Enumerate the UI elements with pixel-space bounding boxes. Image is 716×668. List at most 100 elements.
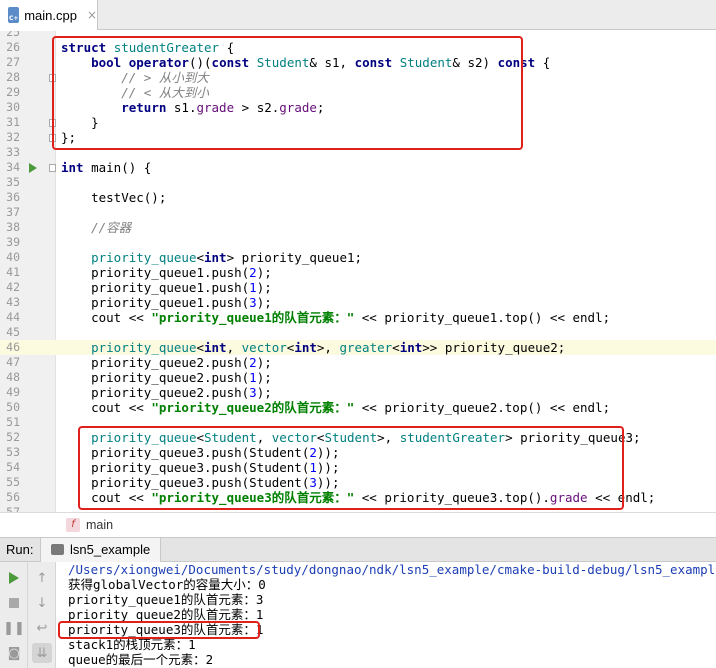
code-line[interactable]: 29 // < 从大到小	[0, 85, 716, 100]
code-text: priority_queue3.push(Student(3));	[61, 475, 340, 490]
code-line[interactable]: 35	[0, 175, 716, 190]
code-line[interactable]: 42 priority_queue1.push(1);	[0, 280, 716, 295]
code-line[interactable]: 32};	[0, 130, 716, 145]
console-line: priority_queue1的队首元素：3	[68, 592, 264, 607]
pause-button[interactable]: ❚❚	[3, 618, 25, 638]
code-line[interactable]: 39	[0, 235, 716, 250]
code-text: priority_queue3.push(Student(2));	[61, 445, 340, 460]
scroll-to-end-button[interactable]: ⇊	[32, 643, 52, 663]
code-text: struct studentGreater {	[61, 40, 235, 55]
code-line[interactable]: 27 bool operator()(const Student& s1, co…	[0, 55, 716, 70]
code-line[interactable]: 49 priority_queue2.push(3);	[0, 385, 716, 400]
code-text: cout << "priority_queue2的队首元素：" << prior…	[61, 400, 611, 415]
code-line[interactable]: 44 cout << "priority_queue1的队首元素：" << pr…	[0, 310, 716, 325]
line-number: 57	[6, 505, 20, 512]
code-text: // > 从小到大	[121, 70, 209, 85]
code-line[interactable]: 26 struct studentGreater {	[0, 40, 716, 55]
line-number: 36	[6, 190, 20, 204]
line-number: 26	[6, 40, 20, 54]
code-text: priority_queue2.push(3);	[61, 385, 272, 400]
code-line[interactable]: 48 priority_queue2.push(1);	[0, 370, 716, 385]
line-number: 35	[6, 175, 20, 189]
line-number: 30	[6, 100, 20, 114]
stop-button[interactable]	[4, 593, 24, 613]
rerun-button[interactable]	[4, 568, 24, 588]
line-number: 43	[6, 295, 20, 309]
code-text: };	[61, 130, 77, 145]
scroll-down-button[interactable]: ↓	[32, 593, 52, 613]
line-number: 54	[6, 460, 20, 474]
fold-icon[interactable]	[49, 134, 56, 142]
line-number: 53	[6, 445, 20, 459]
dump-button[interactable]: ◙	[4, 643, 24, 663]
function-icon: f	[66, 517, 80, 532]
code-line[interactable]: 47 priority_queue2.push(2);	[0, 355, 716, 370]
line-number: 40	[6, 250, 20, 264]
soft-wrap-button[interactable]: ↩	[32, 618, 52, 638]
close-icon[interactable]: ×	[87, 8, 97, 22]
line-number: 41	[6, 265, 20, 279]
console-line: /Users/xiongwei/Documents/study/dongnao/…	[68, 562, 716, 577]
code-text: priority_queue<int, vector<int>, greater…	[91, 340, 566, 355]
line-number: 46	[6, 340, 20, 354]
code-text: priority_queue1.push(3);	[61, 295, 272, 310]
scroll-up-button[interactable]: ↑	[32, 568, 52, 588]
code-editor[interactable]: 25 26 struct studentGreater {27 bool opera…	[0, 31, 716, 512]
console-line: priority_queue2的队首元素：1	[68, 607, 264, 622]
code-line[interactable]: 51	[0, 415, 716, 430]
code-line[interactable]: 56 cout << "priority_queue3的队首元素：" << pr…	[0, 490, 716, 505]
code-line[interactable]: 28 // > 从小到大	[0, 70, 716, 85]
code-line[interactable]: 38 //容器	[0, 220, 716, 235]
code-line[interactable]: 41 priority_queue1.push(2);	[0, 265, 716, 280]
line-number: 44	[6, 310, 20, 324]
code-text: bool operator()(const Student& s1, const…	[91, 55, 551, 70]
code-text: priority_queue1.push(2);	[61, 265, 272, 280]
console-line: queue的最后一个元素：2	[68, 652, 214, 667]
line-number: 31	[6, 115, 20, 129]
code-line[interactable]: 52 priority_queue<Student, vector<Studen…	[0, 430, 716, 445]
code-line[interactable]: 45	[0, 325, 716, 340]
run-gutter-icon[interactable]	[29, 163, 37, 173]
run-console-output[interactable]: /Users/xiongwei/Documents/study/dongnao/…	[56, 562, 716, 668]
line-number: 51	[6, 415, 20, 429]
fold-icon[interactable]	[49, 74, 56, 82]
code-line[interactable]: 31 }	[0, 115, 716, 130]
fold-icon[interactable]	[49, 119, 56, 127]
code-text: priority_queue1.push(1);	[61, 280, 272, 295]
line-number: 50	[6, 400, 20, 414]
code-line[interactable]: 54 priority_queue3.push(Student(1));	[0, 460, 716, 475]
code-line[interactable]: 36 testVec();	[0, 190, 716, 205]
tab-main-cpp[interactable]: C++ main.cpp ×	[0, 0, 98, 30]
line-number: 25	[6, 31, 20, 39]
code-line[interactable]: 57	[0, 505, 716, 512]
run-label: Run:	[6, 542, 34, 557]
code-line[interactable]: 25	[0, 31, 716, 40]
code-line[interactable]: 30 return s1.grade > s2.grade;	[0, 100, 716, 115]
code-text: }	[61, 115, 99, 130]
code-line[interactable]: 33	[0, 145, 716, 160]
pause-icon: ❚❚	[3, 620, 25, 636]
run-config-name: lsn5_example	[70, 542, 151, 557]
run-toolbar-right: ↑ ↓ ↩ ⇊	[28, 562, 56, 668]
run-tool-window-header: Run: lsn5_example	[0, 537, 716, 562]
wrap-icon: ↩	[36, 620, 48, 636]
line-number: 45	[6, 325, 20, 339]
code-text: //容器	[91, 220, 132, 235]
code-line[interactable]: 53 priority_queue3.push(Student(2));	[0, 445, 716, 460]
line-number: 37	[6, 205, 20, 219]
stop-icon	[9, 598, 19, 608]
line-number: 32	[6, 130, 20, 144]
line-number: 47	[6, 355, 20, 369]
code-line[interactable]: 37	[0, 205, 716, 220]
code-line[interactable]: 34 int main() {	[0, 160, 716, 175]
code-line[interactable]: 43 priority_queue1.push(3);	[0, 295, 716, 310]
code-line[interactable]: 46 priority_queue<int, vector<int>, grea…	[0, 340, 716, 355]
code-line[interactable]: 40 priority_queue<int> priority_queue1;	[0, 250, 716, 265]
code-line[interactable]: 55 priority_queue3.push(Student(3));	[0, 475, 716, 490]
line-number: 34	[6, 160, 20, 174]
code-line[interactable]: 50 cout << "priority_queue2的队首元素：" << pr…	[0, 400, 716, 415]
editor-tab-bar: C++ main.cpp ×	[0, 0, 716, 30]
run-config-tab[interactable]: lsn5_example	[40, 537, 162, 562]
breadcrumb[interactable]: f main	[0, 512, 716, 536]
line-number: 48	[6, 370, 20, 384]
